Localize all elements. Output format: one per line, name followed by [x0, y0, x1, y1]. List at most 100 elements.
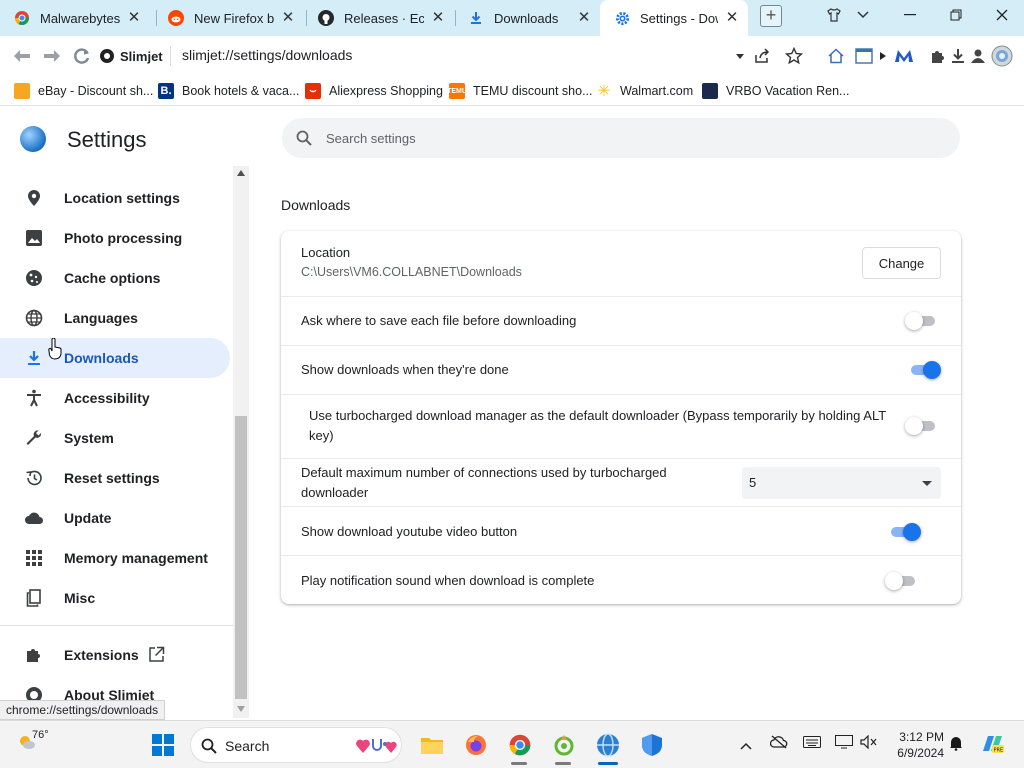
tab-releases[interactable]: Releases · Eclip ✕ [304, 0, 454, 36]
windows-start-icon[interactable] [151, 733, 175, 757]
aliexpress-icon: ⌣ [305, 83, 321, 99]
display-icon[interactable] [835, 735, 853, 752]
reddit-icon [168, 10, 184, 26]
reload-icon[interactable] [70, 44, 94, 68]
vrbo-icon [702, 83, 718, 99]
connections-select[interactable]: 5 [742, 467, 941, 499]
dropdown-arrow-icon[interactable] [734, 44, 746, 68]
close-icon[interactable]: ✕ [724, 10, 740, 26]
home-icon[interactable] [824, 44, 848, 68]
sidebar-item-cache[interactable]: Cache options [0, 258, 230, 298]
site-badge[interactable]: Slimjet [100, 44, 163, 68]
sound-toggle[interactable] [885, 572, 917, 590]
play-arrow-icon[interactable] [876, 44, 890, 68]
sidebar-item-reset[interactable]: Reset settings [0, 458, 230, 498]
system-clock[interactable]: 3:12 PM 6/9/2024 [888, 729, 944, 761]
sidebar-item-accessibility[interactable]: Accessibility [0, 378, 230, 418]
search-icon [201, 738, 217, 757]
profile-icon[interactable] [966, 44, 990, 68]
tab-firefox[interactable]: New Firefox ba ✕ [154, 0, 304, 36]
sidebar-item-label: Photo processing [64, 230, 183, 246]
settings-search-bar[interactable] [282, 118, 960, 158]
sidebar-item-photo[interactable]: Photo processing [0, 218, 230, 258]
sidebar-item-extensions[interactable]: Extensions [0, 635, 230, 675]
change-location-button[interactable]: Change [862, 247, 941, 279]
location-label: Location [301, 245, 351, 260]
ask-where-toggle[interactable] [905, 312, 937, 330]
sidebar-item-languages[interactable]: Languages [0, 298, 230, 338]
temu-icon: TEMU [447, 83, 467, 99]
taskbar-search[interactable]: Search [190, 727, 402, 763]
firefox-icon[interactable] [464, 733, 488, 757]
chrome-icon [14, 10, 30, 26]
search-input[interactable] [326, 128, 926, 148]
tab-settings[interactable]: Settings - Dow ✕ [600, 0, 748, 36]
tab-downloads[interactable]: Downloads ✕ [454, 0, 600, 36]
restore-icon[interactable] [938, 0, 974, 30]
forward-arrow-icon[interactable] [40, 44, 64, 68]
scroll-up-arrow-icon[interactable] [237, 170, 245, 176]
close-icon[interactable]: ✕ [280, 10, 296, 26]
bookmark-ebay[interactable]: eBay - Discount sh... [14, 82, 153, 100]
puzzle-icon [24, 645, 44, 665]
scroll-down-arrow-icon[interactable] [237, 706, 245, 712]
bookmark-booking[interactable]: B. Book hotels & vaca... [158, 82, 299, 100]
show-done-toggle[interactable] [909, 361, 941, 379]
scroll-thumb[interactable] [235, 416, 247, 699]
bookmark-vrbo[interactable]: VRBO Vacation Ren... [702, 82, 849, 100]
location-row: Location C:\Users\VM6.COLLABNET\Download… [281, 231, 961, 296]
close-icon[interactable]: ✕ [576, 10, 592, 26]
tab-malwarebytes[interactable]: Malwarebytes ✕ [0, 0, 150, 36]
back-arrow-icon[interactable] [10, 44, 34, 68]
bell-icon[interactable] [948, 735, 964, 754]
file-explorer-icon[interactable] [420, 733, 444, 757]
location-path: C:\Users\VM6.COLLABNET\Downloads [301, 265, 522, 279]
close-window-icon[interactable] [984, 0, 1020, 30]
malwarebytes-icon[interactable] [892, 44, 916, 68]
slimjet-icon[interactable] [596, 733, 620, 757]
volume-muted-icon[interactable] [860, 734, 878, 752]
sidebar-item-label: Extensions [64, 647, 139, 663]
sidebar-scrollbar[interactable] [233, 166, 249, 718]
window-icon[interactable] [852, 44, 876, 68]
bookmark-label: Walmart.com [620, 84, 694, 98]
history-icon [24, 468, 44, 488]
globe-icon [24, 308, 44, 328]
sidebar-item-label: Accessibility [64, 390, 150, 406]
sidebar-item-memory[interactable]: Memory management [0, 538, 230, 578]
browser-menu-icon[interactable] [990, 44, 1014, 68]
star-icon[interactable] [782, 44, 806, 68]
share-icon[interactable] [750, 44, 774, 68]
bookmark-walmart[interactable]: ✳ Walmart.com [596, 82, 693, 100]
keyboard-icon[interactable] [803, 735, 821, 751]
address-bar[interactable]: slimjet://settings/downloads [182, 47, 352, 63]
sidebar-item-downloads[interactable]: Downloads [0, 338, 230, 378]
cloud-icon [24, 508, 44, 528]
copilot-icon[interactable]: PRE [980, 733, 1004, 758]
youtube-toggle[interactable] [889, 523, 921, 541]
divider [170, 46, 171, 66]
cloud-off-icon[interactable] [769, 735, 788, 752]
chevron-down-icon[interactable] [852, 0, 874, 30]
minimize-icon[interactable] [892, 0, 928, 30]
bookmark-aliexpress[interactable]: ⌣ Aliexpress Shopping [305, 82, 443, 100]
sidebar-item-system[interactable]: System [0, 418, 230, 458]
bookmark-temu[interactable]: TEMU TEMU discount sho... [447, 82, 593, 100]
new-tab-button[interactable]: + [760, 5, 782, 27]
settings-sidebar: Location settings Photo processing Cache… [0, 178, 233, 718]
sidebar-item-update[interactable]: Update [0, 498, 230, 538]
close-icon[interactable]: ✕ [430, 10, 446, 26]
turbo-toggle[interactable] [905, 417, 937, 435]
close-icon[interactable]: ✕ [126, 10, 142, 26]
ask-where-row: Ask where to save each file before downl… [281, 296, 961, 345]
chevron-up-icon[interactable] [740, 737, 752, 753]
sidebar-item-misc[interactable]: Misc [0, 578, 230, 618]
youtube-row: Show download youtube video button [281, 506, 961, 555]
app-icon[interactable] [552, 733, 576, 757]
sidebar-item-label: Misc [64, 590, 96, 606]
tshirt-icon[interactable] [822, 0, 846, 30]
sidebar-item-location[interactable]: Location settings [0, 178, 230, 218]
slimjet-logo-icon [20, 126, 46, 152]
chrome-icon[interactable] [508, 733, 532, 757]
defender-shield-icon[interactable] [640, 733, 664, 757]
